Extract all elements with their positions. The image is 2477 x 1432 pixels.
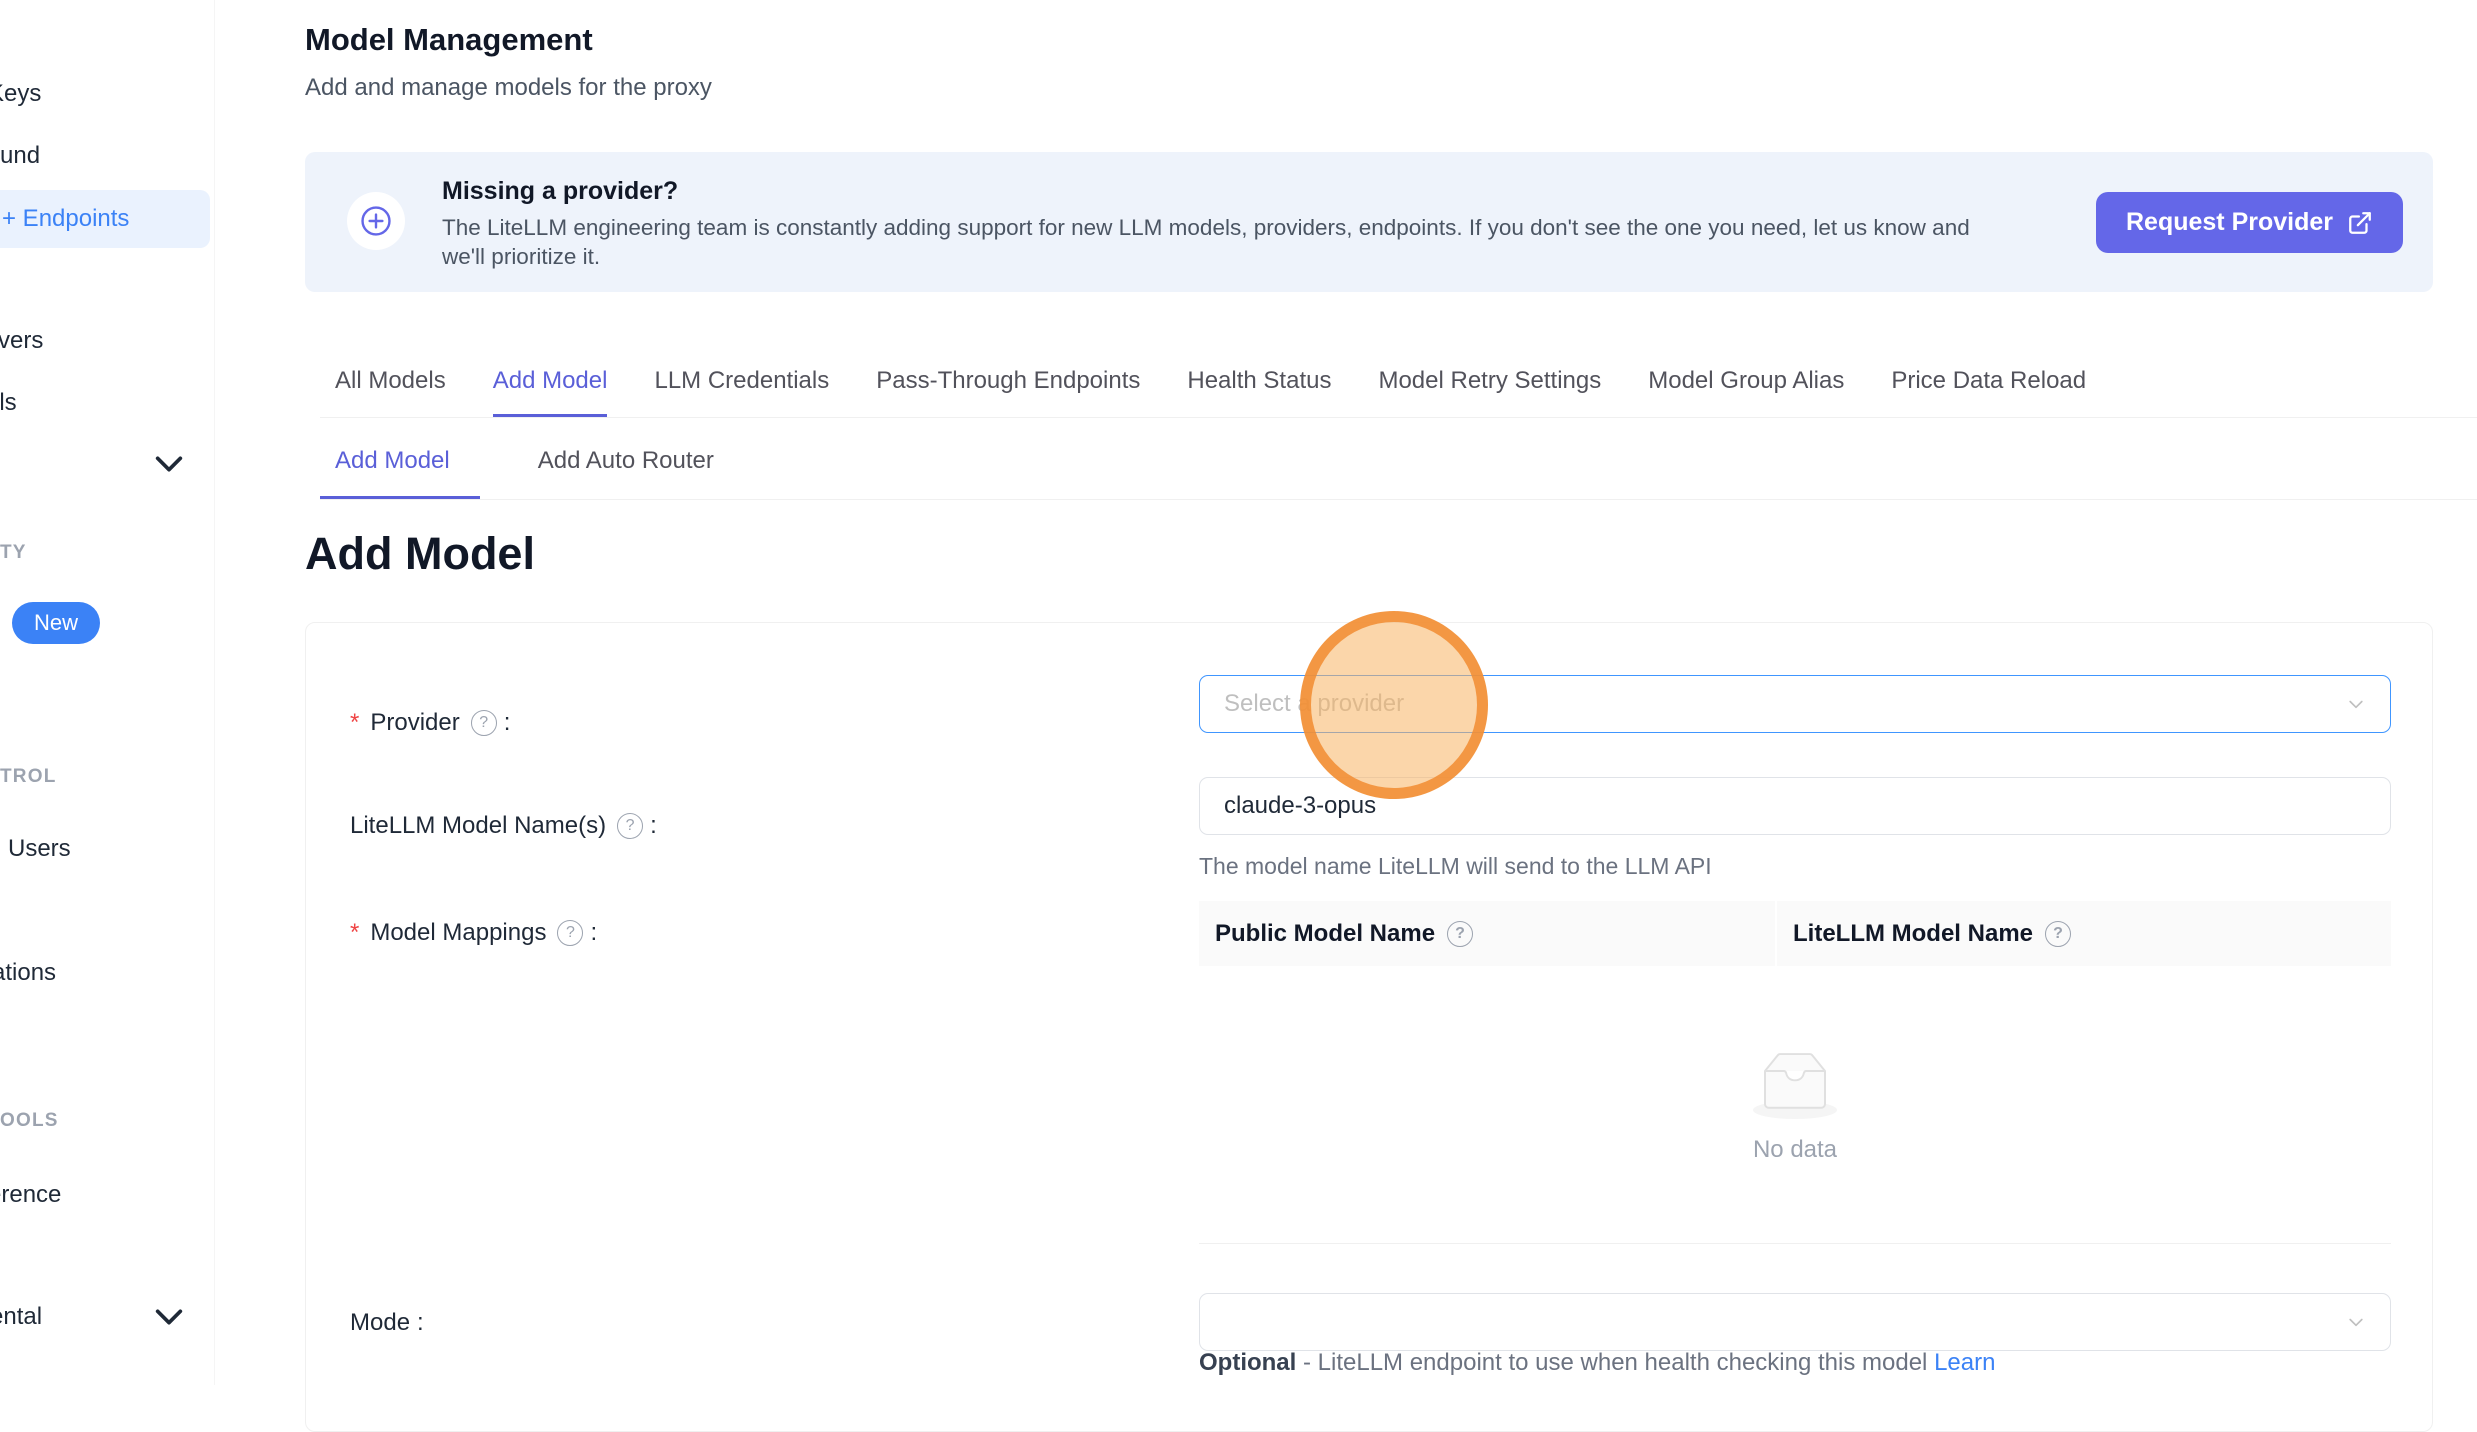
- sidebar-item-playground[interactable]: und: [0, 142, 40, 170]
- model-name-label-text: LiteLLM Model Name(s): [350, 812, 606, 840]
- empty-inbox-icon: [1747, 1047, 1843, 1122]
- page-title: Model Management: [305, 22, 593, 58]
- provider-placeholder: Select a provider: [1224, 690, 1404, 718]
- mode-help: Optional - LiteLLM endpoint to use when …: [1199, 1349, 1995, 1377]
- column-header-litellm-model-name: LiteLLM Model Name ?: [1777, 901, 2391, 966]
- subtab-add-model[interactable]: Add Model: [320, 447, 480, 499]
- request-provider-label: Request Provider: [2126, 208, 2333, 237]
- tab-add-model[interactable]: Add Model: [493, 367, 608, 417]
- model-mappings-label-text: Model Mappings: [370, 919, 546, 947]
- tab-llm-credentials[interactable]: LLM Credentials: [654, 367, 829, 417]
- add-model-form-card: * Provider ?: Select a provider LiteLLM …: [305, 622, 2433, 1432]
- plus-circle-icon: [347, 192, 405, 250]
- model-mappings-label: * Model Mappings ?:: [350, 919, 597, 947]
- banner-title: Missing a provider?: [442, 177, 678, 206]
- mode-label-text: Mode: [350, 1309, 410, 1337]
- page-subtitle: Add and manage models for the proxy: [305, 74, 712, 102]
- missing-provider-banner: Missing a provider? The LiteLLM engineer…: [305, 152, 2433, 292]
- chevron-down-icon: [2346, 1312, 2366, 1332]
- sidebar-item-organizations[interactable]: ations: [0, 959, 56, 987]
- mode-select[interactable]: [1199, 1293, 2391, 1351]
- sidebar-section-tools: OOLS: [0, 1110, 59, 1132]
- model-name-input[interactable]: claude-3-opus: [1199, 777, 2391, 835]
- model-mappings-table: Public Model Name ? LiteLLM Model Name ?…: [1199, 901, 2391, 1244]
- tab-pass-through-endpoints[interactable]: Pass-Through Endpoints: [876, 367, 1140, 417]
- model-name-label: LiteLLM Model Name(s) ?:: [350, 812, 657, 840]
- sidebar: Keys und + Endpoints rvers ils TY New TR…: [0, 0, 215, 1385]
- required-asterisk: *: [350, 919, 359, 947]
- table-header-row: Public Model Name ? LiteLLM Model Name ?: [1199, 901, 2391, 966]
- learn-link[interactable]: Learn: [1934, 1349, 1995, 1376]
- sidebar-item-models-endpoints[interactable]: + Endpoints: [0, 190, 210, 248]
- tab-all-models[interactable]: All Models: [335, 367, 446, 417]
- chevron-down-icon[interactable]: [152, 452, 186, 476]
- sidebar-item-users[interactable]: Users: [8, 835, 71, 863]
- tab-health-status[interactable]: Health Status: [1187, 367, 1331, 417]
- no-data-text: No data: [1753, 1136, 1837, 1164]
- sidebar-section-access-control: TROL: [0, 766, 57, 788]
- add-model-heading: Add Model: [305, 528, 535, 580]
- chevron-down-icon[interactable]: [152, 1305, 186, 1329]
- sidebar-item-label: + Endpoints: [0, 205, 129, 233]
- new-badge[interactable]: New: [12, 602, 100, 644]
- sidebar-item-experimental[interactable]: ental: [0, 1303, 42, 1331]
- sidebar-item-keys[interactable]: Keys: [0, 80, 41, 108]
- provider-label: * Provider ?:: [350, 709, 510, 737]
- subtab-add-auto-router[interactable]: Add Auto Router: [538, 447, 714, 499]
- tab-model-retry-settings[interactable]: Model Retry Settings: [1378, 367, 1601, 417]
- request-provider-button[interactable]: Request Provider: [2096, 192, 2403, 253]
- help-icon[interactable]: ?: [557, 920, 583, 946]
- banner-text-line1: The LiteLLM engineering team is constant…: [442, 215, 1970, 241]
- model-name-value: claude-3-opus: [1224, 792, 1376, 820]
- sidebar-item-guardrails[interactable]: ils: [0, 389, 17, 417]
- model-tabs: All Models Add Model LLM Credentials Pas…: [320, 352, 2477, 418]
- mode-label: Mode:: [350, 1309, 424, 1337]
- help-icon[interactable]: ?: [2045, 921, 2071, 947]
- tab-price-data-reload[interactable]: Price Data Reload: [1891, 367, 2086, 417]
- provider-label-text: Provider: [370, 709, 459, 737]
- sidebar-section-observability: TY: [0, 542, 27, 564]
- required-asterisk: *: [350, 709, 359, 737]
- help-icon[interactable]: ?: [617, 813, 643, 839]
- sidebar-item-servers[interactable]: rvers: [0, 327, 43, 355]
- tab-model-group-alias[interactable]: Model Group Alias: [1648, 367, 1844, 417]
- chevron-down-icon: [2346, 694, 2366, 714]
- external-link-icon: [2347, 210, 2373, 236]
- empty-state: No data: [1199, 966, 2391, 1244]
- add-model-subtabs: Add Model Add Auto Router: [320, 418, 2477, 500]
- column-header-public-model-name: Public Model Name ?: [1199, 901, 1777, 966]
- mode-help-bold: Optional: [1199, 1349, 1296, 1376]
- banner-text-line2: we'll prioritize it.: [442, 244, 600, 270]
- main-content: Model Management Add and manage models f…: [215, 0, 2477, 1385]
- help-icon[interactable]: ?: [1447, 921, 1473, 947]
- model-name-help: The model name LiteLLM will send to the …: [1199, 853, 1712, 880]
- sidebar-item-reference[interactable]: erence: [0, 1181, 61, 1209]
- mode-help-rest: - LiteLLM endpoint to use when health ch…: [1296, 1349, 1934, 1376]
- help-icon[interactable]: ?: [471, 710, 497, 736]
- provider-select[interactable]: Select a provider: [1199, 675, 2391, 733]
